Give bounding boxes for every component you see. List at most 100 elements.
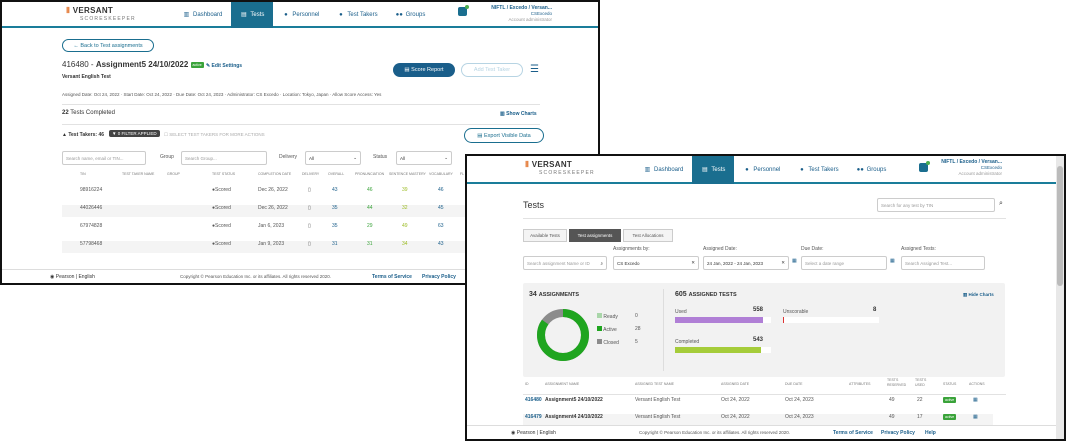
- terms-link[interactable]: Terms of Service: [833, 430, 873, 436]
- copyright: Copyright © Pearson Education Inc. or it…: [180, 274, 332, 279]
- tab-available-tests[interactable]: Available Tests: [523, 229, 567, 242]
- delivery-phone-icon: ▯: [308, 205, 311, 211]
- due-date-label: Due Date:: [801, 246, 824, 252]
- assigned-date-range[interactable]: 24 Jan, 2022 - 24 Jan, 2023 ✕: [703, 256, 789, 270]
- test-takers-count: ▲ Test Takers: 46: [62, 132, 105, 138]
- select-takers-hint[interactable]: ☐ SELECT TEST TAKERS FOR MORE ACTIONS: [164, 132, 265, 138]
- page-title: Tests: [523, 200, 545, 210]
- status-select[interactable]: All ⌄: [396, 151, 452, 165]
- tests-icon: ▤: [702, 166, 708, 173]
- divider: [62, 104, 540, 105]
- used-bar-fill: [675, 317, 764, 323]
- completed-bar-fill: [675, 347, 762, 353]
- assignments-summary: 34 ASSIGNMENTS: [529, 291, 580, 298]
- calendar-icon[interactable]: ▦: [890, 258, 895, 264]
- completed-value: 543: [753, 337, 764, 343]
- clear-icon[interactable]: ✕: [781, 260, 785, 266]
- nav-personnel[interactable]: ● Personnel: [734, 156, 789, 184]
- tin-search-input[interactable]: Search for any test by TIN: [877, 198, 995, 212]
- main-nav: ▥ Dashboard ▤ Tests ● Personnel ● Test Taker…: [635, 156, 895, 184]
- export-visible-data-button[interactable]: ▤ Export Visible Data: [464, 128, 544, 143]
- taker-search-input[interactable]: Search name, email or TIN...: [62, 151, 146, 165]
- dashboard-icon: ▥: [183, 11, 190, 18]
- account-menu[interactable]: NIFTL / Excedo / Versan... CSExcedo Accoun…: [482, 5, 552, 23]
- groups-icon: ●●: [856, 166, 864, 173]
- language-selector[interactable]: ◉ Pearson | English: [50, 274, 95, 280]
- nav-tests[interactable]: ▤ Tests: [692, 156, 735, 184]
- help-link[interactable]: Help: [925, 430, 936, 436]
- assignments-donut: [537, 309, 589, 361]
- scrollbar[interactable]: [1056, 156, 1064, 439]
- assigned-tests-label: Assigned Tests:: [901, 246, 936, 252]
- assigned-tests-search[interactable]: Search Assigned Test...: [901, 256, 985, 270]
- score-report-button[interactable]: ▤ Score Report: [393, 63, 455, 77]
- status-dot: ● Scored: [212, 205, 231, 211]
- export-icon: ▤: [477, 132, 485, 139]
- table-header: ID ASSIGNMENT NAME ASSIGNED TEST NAME AS…: [525, 378, 985, 387]
- nav-dashboard[interactable]: ▥ Dashboard: [174, 2, 231, 28]
- nav-groups[interactable]: ●● Groups: [848, 156, 896, 184]
- nav-test-takers[interactable]: ● Test Takers: [789, 156, 847, 184]
- assignment-id-link[interactable]: 416480: [525, 397, 542, 403]
- add-test-taker-button[interactable]: Add Test Taker: [461, 63, 523, 77]
- used-value: 558: [753, 307, 764, 313]
- assigned-date-label: Assigned Date:: [703, 246, 737, 252]
- clear-icon[interactable]: ✕: [691, 260, 695, 266]
- person-icon: ●: [284, 11, 288, 18]
- search-icon[interactable]: ⌕: [999, 200, 1003, 208]
- account-menu[interactable]: NIFTL / Excedo / Versan... CSExcedo Accoun…: [932, 159, 1002, 177]
- test-taker-icon: ●: [339, 11, 343, 18]
- table-row[interactable]: 44026446 ● Scored Dec 26, 2022 ▯ 35 44 3…: [62, 205, 482, 217]
- divider: [523, 218, 1006, 219]
- notification-icon[interactable]: [919, 161, 930, 172]
- group-search-input[interactable]: Search Group...: [181, 151, 267, 165]
- nav-tests[interactable]: ▤ Tests: [231, 2, 274, 28]
- edit-settings-link[interactable]: ✎ Edit Settings: [206, 63, 242, 69]
- tests-completed: 22 Tests Completed: [62, 110, 115, 116]
- nav-personnel[interactable]: ● Personnel: [273, 2, 328, 28]
- privacy-link[interactable]: Privacy Policy: [881, 430, 915, 436]
- tab-test-assignments[interactable]: Test assignments: [569, 229, 621, 242]
- nav-groups[interactable]: ●● Groups: [387, 2, 435, 28]
- test-taker-icon: ●: [800, 166, 804, 173]
- used-bar-track: [675, 317, 771, 323]
- table-row[interactable]: 57798468 ● Scored Jan 9, 2023 ▯ 31 31 34…: [62, 241, 482, 253]
- groups-icon: ●●: [395, 11, 403, 18]
- nav-test-takers[interactable]: ● Test Takers: [328, 2, 386, 28]
- delivery-select[interactable]: All ⌄: [305, 151, 361, 165]
- due-date-range[interactable]: Select a date range: [801, 256, 887, 270]
- table-row[interactable]: 98916224 ● Scored Dec 26, 2022 ▯ 43 46 3…: [62, 187, 482, 199]
- arrow-left-icon: ←: [73, 42, 81, 49]
- table-row[interactable]: 67974828 ● Scored Jan 6, 2023 ▯ 35 29 49…: [62, 223, 482, 235]
- footer: ◉ Pearson | English Copyright © Pearson …: [467, 425, 1056, 439]
- copyright: Copyright © Pearson Education Inc. or it…: [639, 430, 791, 435]
- terms-link[interactable]: Terms of Service: [372, 274, 412, 280]
- status-dot: ● Scored: [212, 187, 231, 193]
- back-to-assignments-button[interactable]: ← Back to Test assignments: [62, 39, 154, 52]
- assignment-search-input[interactable]: Search assignment Name or ID ⌕: [523, 256, 607, 270]
- assignments-by-label: Assignments by:: [613, 246, 650, 252]
- hide-charts-link[interactable]: ▥ Hide Charts: [963, 292, 994, 298]
- assignee-select[interactable]: CS Excedo ✕: [613, 256, 699, 270]
- top-navbar: Ⅱ VERSANT SCORESKEEPER ▥ Dashboard ▤ Tests …: [467, 156, 1064, 184]
- tab-test-allocations[interactable]: Test Allocations: [623, 229, 673, 242]
- nav-dashboard[interactable]: ▥ Dashboard: [635, 156, 692, 184]
- delete-icon[interactable]: ▦: [973, 414, 978, 420]
- privacy-link[interactable]: Privacy Policy: [422, 274, 456, 280]
- delete-icon[interactable]: ▦: [973, 397, 978, 403]
- top-navbar: Ⅱ VERSANT SCORESKEEPER ▥ Dashboard ▤ Tests …: [2, 2, 598, 28]
- calendar-icon[interactable]: ▦: [792, 258, 797, 264]
- table-row[interactable]: 416480 Assignment5 24/10/2022 Versant En…: [523, 397, 993, 409]
- assignment-title: 416480 - Assignment5 24/10/2022 active ✎…: [62, 60, 243, 69]
- group-label: Group: [160, 154, 174, 160]
- divider: [62, 124, 540, 125]
- notification-icon[interactable]: [458, 5, 469, 16]
- divider: [663, 289, 664, 371]
- language-selector[interactable]: ◉ Pearson | English: [511, 430, 556, 436]
- show-charts-link[interactable]: ▥ Show Charts: [500, 111, 537, 117]
- divider: [523, 394, 1006, 395]
- assignment-id-link[interactable]: 416479: [525, 414, 542, 420]
- chevron-down-icon: ⌄: [353, 155, 357, 160]
- filter-applied-chip[interactable]: ▼ 0 FILTER APPLIED: [109, 130, 160, 137]
- menu-icon[interactable]: ☰: [530, 64, 539, 75]
